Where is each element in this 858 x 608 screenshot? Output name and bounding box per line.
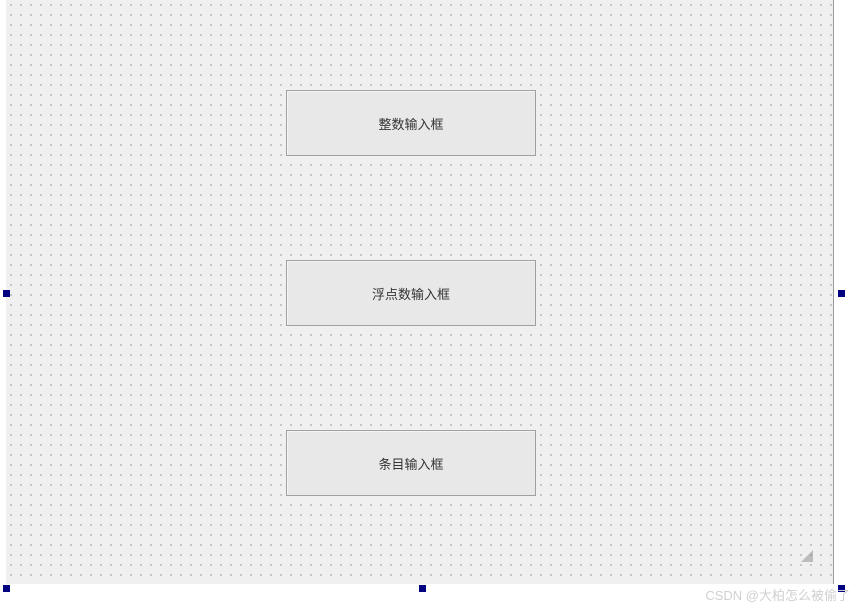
form-designer-canvas[interactable]: 整数输入框 浮点数输入框 条目输入框 <box>6 0 834 584</box>
selection-handle-left[interactable] <box>3 290 10 297</box>
button-label: 浮点数输入框 <box>372 284 450 303</box>
selection-handle-bottom[interactable] <box>419 585 426 592</box>
resize-grip-icon[interactable] <box>799 548 813 562</box>
selection-handle-right[interactable] <box>838 290 845 297</box>
button-label: 条目输入框 <box>378 454 443 473</box>
button-label: 整数输入框 <box>378 114 443 133</box>
selection-handle-bottom-left[interactable] <box>3 585 10 592</box>
item-input-button[interactable]: 条目输入框 <box>286 430 536 496</box>
watermark-text: CSDN @大柏怎么被偷了 <box>705 585 850 604</box>
float-input-button[interactable]: 浮点数输入框 <box>286 260 536 326</box>
integer-input-button[interactable]: 整数输入框 <box>286 90 536 156</box>
